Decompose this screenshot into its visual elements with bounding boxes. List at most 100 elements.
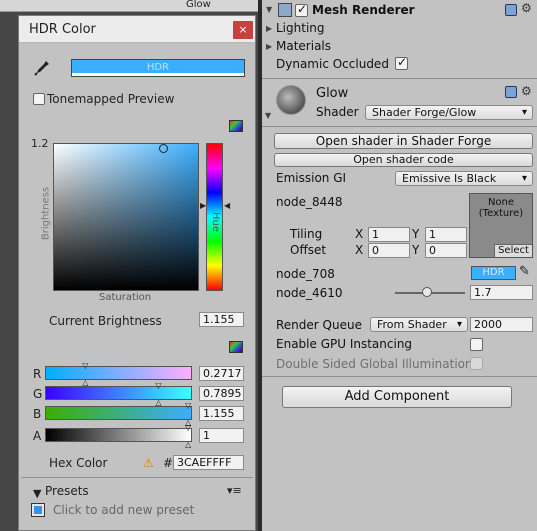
channel-r-input[interactable]: 0.2717 [199,366,244,381]
offset-x-input[interactable]: 0 [368,243,410,258]
texture-none-label: None [487,197,515,208]
background-title: Glow [186,0,211,10]
alpha-strip [72,73,244,76]
mesh-renderer-enabled-checkbox[interactable] [295,2,308,17]
offset-label: Offset [290,243,327,257]
texture-type-label: (Texture) [478,208,524,219]
add-component-button[interactable]: Add Component [282,386,512,408]
channel-a-slider[interactable] [45,428,192,442]
channel-a-handle-bottom-icon[interactable]: △ [185,441,191,449]
eyedropper-icon[interactable] [33,59,51,77]
double-sided-gi-label: Double Sided Global Illumination [276,357,473,371]
mesh-renderer-icon [278,3,292,17]
tonemapped-preview-label: Tonemapped Preview [47,92,175,106]
background-header: Glow [0,0,258,12]
hue-axis-label: Hue [210,212,221,233]
channel-b-label: B [33,407,42,421]
texture-select-button[interactable]: Select [494,244,532,257]
collapse-arrow-icon[interactable]: ▼ [266,5,272,14]
separator [262,126,537,127]
open-shader-forge-button[interactable]: Open shader in Shader Forge [274,133,533,149]
render-queue-input[interactable]: 2000 [470,317,533,332]
help-book-icon[interactable] [505,4,517,16]
presets-label: Presets [45,484,89,498]
hue-left-marker-icon[interactable]: ▶ [200,202,206,210]
node-4610-input[interactable]: 1.7 [470,285,533,300]
material-preview-sphere [276,85,306,115]
material-gear-icon[interactable]: ⚙ [521,84,532,98]
channel-r-label: R [33,367,42,381]
presets-menu-icon[interactable]: ▾≡ [227,484,242,497]
channel-b-handle-top-icon[interactable]: ▽ [185,402,191,410]
shader-dropdown[interactable]: Shader Forge/Glow [365,105,533,120]
materials-foldout[interactable]: Materials [276,39,331,53]
channel-g-input[interactable]: 0.7895 [199,386,244,401]
node-4610-label: node_4610 [276,286,343,300]
channel-a-input[interactable]: 1 [199,428,244,443]
channel-g-handle-top-icon[interactable]: ▽ [155,382,161,390]
warning-icon: ⚠ [143,456,154,470]
channel-a-handle-top-icon[interactable]: ▽ [185,424,191,432]
node-4610-slider-thumb[interactable] [422,287,432,297]
hdr-color-window: HDR Color × HDR Tonemapped Preview 1.2 B… [18,15,256,531]
node-8448-label: node_8448 [276,195,343,209]
inspector-panel: ▼ Mesh Renderer ⚙ ▶ Lighting ▶ Materials… [262,0,537,531]
channel-a-label: A [33,429,42,443]
dynamic-occluded-label: Dynamic Occluded [276,57,389,71]
separator [21,477,253,478]
double-sided-gi-checkbox [470,357,483,370]
offset-y-input[interactable]: 0 [425,243,467,258]
hdr-label: HDR [146,62,170,73]
hue-right-marker-icon[interactable]: ◀ [224,202,230,210]
render-queue-dropdown[interactable]: From Shader [370,317,468,332]
channel-g-label: G [33,387,43,401]
gear-icon[interactable]: ⚙ [521,1,532,15]
emission-gi-label: Emission GI [276,171,347,185]
texture-slot[interactable]: None (Texture) Select [469,193,533,258]
hex-color-label: Hex Color [49,456,108,470]
material-collapse-icon[interactable]: ▼ [265,111,271,120]
channel-r-handle-top-icon[interactable]: ▽ [82,362,88,370]
channel-b-input[interactable]: 1.155 [199,406,244,421]
channel-mode-icon[interactable] [229,341,243,353]
lighting-foldout[interactable]: Lighting [276,21,325,35]
eyedropper-icon[interactable]: ✎ [519,264,530,279]
hex-color-input[interactable]: 3CAEFFFF [173,455,244,470]
lighting-expand-icon[interactable]: ▶ [266,24,272,33]
channel-b-slider[interactable] [45,406,192,420]
gpu-instancing-label: Enable GPU Instancing [276,337,413,351]
channel-g-slider[interactable] [45,386,192,400]
presets-hint: Click to add new preset [53,503,195,517]
tiling-x-label: X [355,227,364,241]
tiling-x-input[interactable]: 1 [368,227,410,242]
shader-label: Shader [316,105,359,119]
preset-swatch-icon[interactable] [31,503,45,517]
separator [262,78,537,79]
materials-expand-icon[interactable]: ▶ [266,42,272,51]
gpu-instancing-checkbox[interactable] [470,338,483,351]
presets-collapse-icon[interactable]: ▼ [33,487,41,500]
component-title: Mesh Renderer [312,3,415,17]
emission-gi-dropdown[interactable]: Emissive Is Black [395,171,533,186]
material-help-icon[interactable] [505,86,517,98]
offset-y-label: Y [412,243,420,257]
sv-picker-handle[interactable] [159,144,168,153]
open-shader-code-button[interactable]: Open shader code [274,153,533,167]
close-icon[interactable]: × [233,21,253,39]
separator [262,376,537,377]
tonemapped-preview-checkbox[interactable] [33,93,45,105]
channel-r-slider[interactable] [45,366,192,380]
window-titlebar[interactable]: HDR Color × [19,16,255,43]
brightness-max-label: 1.2 [31,137,49,150]
dynamic-occluded-checkbox[interactable] [395,55,408,70]
saturation-brightness-field[interactable] [53,143,199,291]
offset-x-label: X [355,243,364,257]
current-color-swatch[interactable]: HDR [71,59,245,77]
tiling-y-input[interactable]: 1 [425,227,467,242]
current-brightness-input[interactable]: 1.155 [199,312,244,327]
current-brightness-label: Current Brightness [49,314,162,328]
render-queue-label: Render Queue [276,318,362,332]
node-708-color-swatch[interactable]: HDR [471,266,516,280]
hex-hash-label: # [163,456,174,470]
color-mode-icon[interactable] [229,120,243,132]
